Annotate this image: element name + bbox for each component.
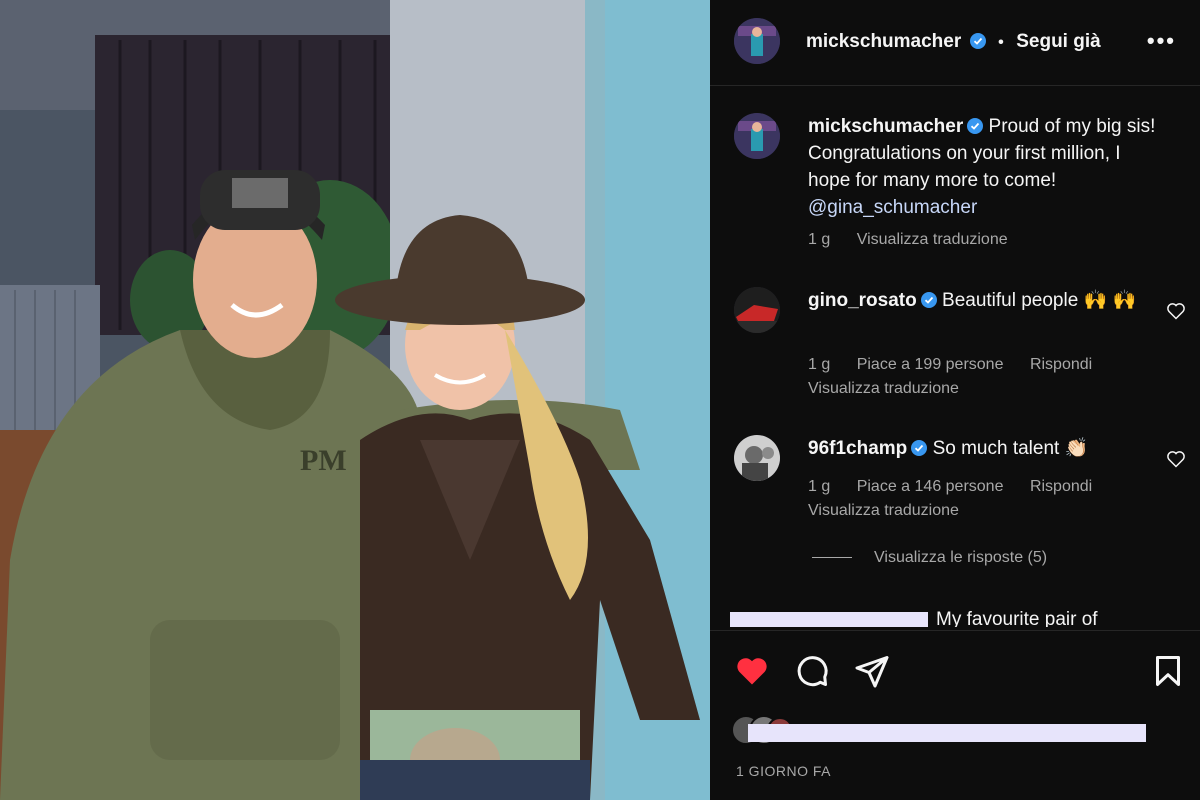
verified-badge-icon: [920, 292, 937, 308]
partial-comment-text: My favourite pair of: [936, 609, 1098, 627]
caption-meta: 1 g Visualizza traduzione: [808, 231, 1030, 249]
caption-username[interactable]: mickschumacher: [808, 116, 963, 137]
avatar[interactable]: [734, 18, 780, 64]
comment-icon[interactable]: [794, 653, 830, 689]
comment-meta: 1 g Piace a 199 persone Rispondi: [808, 356, 1114, 374]
post-header: mickschumacher • Segui già •••: [710, 0, 1200, 86]
avatar[interactable]: [734, 287, 780, 333]
post-image: PM: [0, 0, 710, 800]
reply-button[interactable]: Rispondi: [1030, 478, 1092, 495]
view-replies-button[interactable]: Visualizza le risposte (5): [810, 549, 1047, 567]
verified-badge-icon: [967, 118, 984, 134]
avatar[interactable]: [734, 113, 780, 159]
caption-text: mickschumacher Proud of my big sis! Cong…: [808, 113, 1158, 221]
bookmark-icon[interactable]: [1150, 653, 1186, 689]
avatar-image: [734, 287, 780, 333]
heart-icon[interactable]: [734, 653, 770, 689]
comment-time[interactable]: 1 g: [808, 356, 830, 373]
translate-link[interactable]: Visualizza traduzione: [857, 231, 1008, 248]
view-replies-label: Visualizza le risposte (5): [874, 549, 1048, 566]
post-author-username[interactable]: mickschumacher: [806, 31, 961, 52]
comment-translate: Visualizza traduzione: [808, 502, 981, 520]
comment-body: gino_rosato Beautiful people 🙌 🙌: [808, 287, 1158, 314]
post-timestamp[interactable]: 1 GIORNO FA: [736, 763, 831, 779]
avatar[interactable]: [734, 435, 780, 481]
share-icon[interactable]: [854, 653, 890, 689]
redaction-block: [748, 724, 1146, 742]
comment-meta: 1 g Piace a 146 persone Rispondi: [808, 478, 1114, 496]
action-bar: 1 GIORNO FA: [710, 630, 1200, 800]
more-options-icon[interactable]: •••: [1147, 28, 1176, 54]
avatar-image: [734, 435, 780, 481]
comment-body: 96f1champ So much talent 👏🏻: [808, 435, 1158, 462]
caption-time[interactable]: 1 g: [808, 231, 830, 248]
heart-outline-icon[interactable]: [1166, 449, 1186, 469]
separator-dot: •: [998, 34, 1004, 51]
verified-badge-icon: [969, 33, 986, 49]
comment-translate: Visualizza traduzione: [808, 380, 981, 398]
translate-link[interactable]: Visualizza traduzione: [808, 380, 959, 397]
post-sidebar: mickschumacher • Segui già ••• mickschum…: [710, 0, 1200, 800]
comment-username[interactable]: gino_rosato: [808, 290, 917, 311]
comment-time[interactable]: 1 g: [808, 478, 830, 495]
comment-likes[interactable]: Piace a 146 persone: [857, 478, 1004, 495]
svg-text:PM: PM: [300, 444, 347, 477]
comment-username[interactable]: 96f1champ: [808, 438, 907, 459]
redaction-block: [730, 612, 928, 627]
replies-divider: [812, 557, 852, 559]
avatar-image: [734, 18, 780, 64]
comments-list[interactable]: mickschumacher Proud of my big sis! Cong…: [710, 87, 1200, 627]
comment-likes[interactable]: Piace a 199 persone: [857, 356, 1004, 373]
reply-button[interactable]: Rispondi: [1030, 356, 1092, 373]
verified-badge-icon: [911, 440, 928, 456]
comment-text: So much talent 👏🏻: [932, 438, 1089, 459]
following-button[interactable]: Segui già: [1016, 31, 1100, 52]
mention-link[interactable]: @gina_schumacher: [808, 197, 977, 218]
translate-link[interactable]: Visualizza traduzione: [808, 502, 959, 519]
post-photo[interactable]: PM: [0, 0, 710, 800]
avatar-image: [734, 113, 780, 159]
comment-text: Beautiful people 🙌 🙌: [942, 290, 1137, 311]
heart-outline-icon[interactable]: [1166, 301, 1186, 321]
